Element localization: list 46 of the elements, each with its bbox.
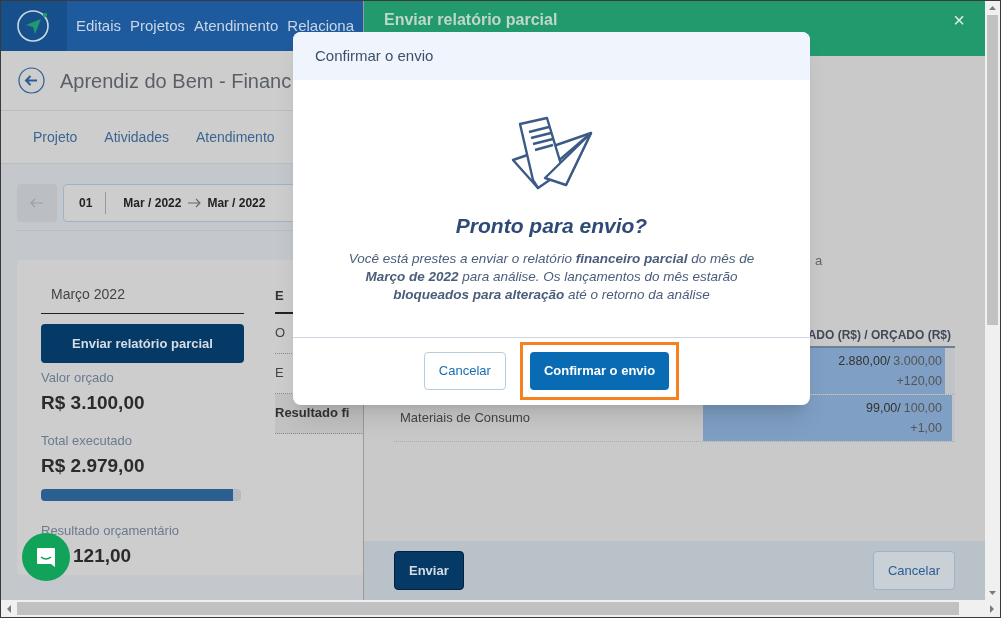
text-fragment: a [815,252,823,270]
period-end: Mar / 2022 [207,195,266,212]
close-button[interactable]: × [953,10,965,30]
right-arrow-icon [187,198,202,208]
nav-link[interactable]: Atendimento [194,14,279,38]
result-value: 121,00 [73,543,133,568]
panel-title: Enviar relatório parcial [384,10,558,30]
tab[interactable]: Atendimento [195,126,275,148]
budget-value: 3.000,00 [893,353,942,370]
nav-link[interactable]: Editais [76,14,122,38]
budget-value: 100,00 [903,400,942,417]
dialog-title: Confirmar o envio [315,45,434,66]
scroll-thumb[interactable] [17,602,959,615]
result-label: Resultado orçamentário [41,522,181,540]
budget-value: R$ 3.100,00 [41,390,146,415]
paper-plane-document-icon [510,116,593,190]
period-number: 01 [79,195,93,212]
horizontal-scrollbar[interactable] [1,600,1000,617]
back-icon[interactable] [18,67,45,94]
month-label: Março 2022 [41,284,244,314]
logo[interactable] [1,1,67,51]
cancel-button[interactable]: Cancelar [872,551,955,590]
tab[interactable]: Projeto [33,126,78,148]
executed-value: R$ 2.979,00 [41,453,146,478]
nav-link[interactable]: Projetos [130,14,186,38]
cancel-button[interactable]: Cancelar [423,352,506,390]
difference-value: +1,00 [910,420,942,437]
executed-label: Total executado [41,432,134,450]
budget-label: Valor orçado [41,369,115,387]
dialog-heading: Pronto para envio? [455,213,648,239]
confirm-button[interactable]: Confirmar o envio [529,352,670,390]
page-title: Aprendiz do Bem - Financ [60,68,292,94]
amount-value: 99,00/ [866,400,901,417]
chat-icon [35,546,57,568]
logo-icon [16,8,52,44]
period-start: Mar / 2022 [123,195,182,212]
amount-value: 2.880,00/ [838,353,891,370]
send-report-button[interactable]: Enviar relatório parcial [41,324,244,363]
scroll-thumb[interactable] [987,15,998,325]
table-cell-text: Materiais de Consumo [400,409,531,428]
vertical-scrollbar[interactable] [985,1,1000,600]
column-header: ADO (R$) / ORÇADO (R$) [807,327,952,344]
difference-value: +120,00 [896,373,942,390]
send-button[interactable]: Enviar [394,551,464,590]
left-arrow-icon [30,198,44,208]
tab[interactable]: Atividades [104,126,169,148]
